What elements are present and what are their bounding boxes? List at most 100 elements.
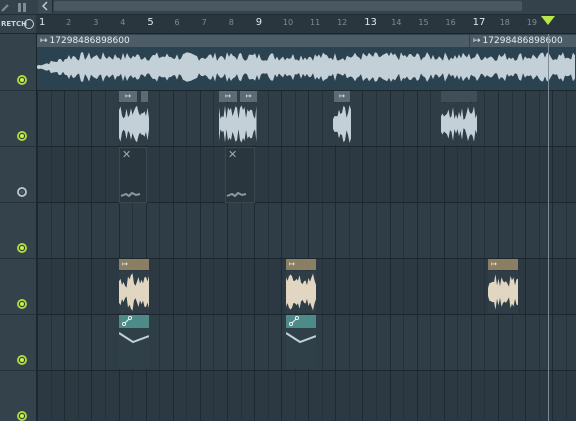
sample-clip[interactable] (441, 103, 477, 145)
sample-clip-tab[interactable] (141, 91, 148, 102)
track-divider (0, 370, 36, 371)
track-mute-led[interactable] (17, 355, 27, 365)
stretch-label: RETCH (1, 20, 27, 28)
pattern-clip-tab[interactable]: ↦ (286, 259, 316, 270)
bar-number: 11 (310, 18, 321, 27)
beat-line (403, 90, 404, 421)
waveform-shape (488, 274, 518, 310)
row-divider (37, 146, 576, 147)
track-mute-led[interactable] (17, 243, 27, 253)
waveform-shape (286, 273, 316, 311)
bar-number: 10 (282, 18, 294, 27)
sample-clip-tab[interactable] (441, 91, 477, 102)
sample-clip[interactable] (219, 103, 257, 145)
pattern-clip-tab[interactable]: ↦ (488, 259, 518, 270)
beat-line (281, 90, 282, 421)
pattern-clip-tab[interactable]: ↦ (119, 259, 149, 270)
playlist-window: RETCH 1 2 3 4 5 6 7 8 9 10 11 12 13 14 15 16 17 18 19 (0, 0, 576, 421)
sample-clip[interactable] (333, 103, 352, 145)
bar-number: 8 (228, 18, 234, 27)
bar-number: 3 (93, 18, 99, 27)
bar-number: 18 (499, 18, 510, 27)
bar-number: 15 (418, 18, 429, 27)
sample-clip-tab[interactable]: ↦ (219, 91, 237, 102)
pattern-clip[interactable] (286, 271, 316, 313)
beat-line (552, 90, 553, 421)
scroll-left-button[interactable] (38, 0, 53, 13)
muted-clip[interactable]: ✕ (119, 147, 147, 203)
beat-line (497, 90, 499, 421)
track-mute-led[interactable] (17, 75, 27, 85)
sample-clip-tab[interactable]: ↦ (334, 91, 350, 102)
automation-clip-tab[interactable] (119, 315, 149, 328)
bar-number: 12 (337, 18, 348, 27)
beat-line (308, 90, 309, 421)
waveform-graphic (333, 105, 351, 143)
audio-clip-waveform[interactable] (37, 47, 576, 90)
track-divider (0, 146, 36, 147)
bar-number: 19 (526, 18, 537, 27)
beat-line (525, 90, 526, 421)
automation-clip[interactable] (286, 328, 316, 369)
row-divider (37, 90, 576, 91)
beat-line (37, 90, 38, 421)
bar-number: 14 (391, 18, 402, 27)
track-mute-led[interactable] (17, 411, 27, 421)
muted-clip[interactable]: ✕ (225, 147, 255, 203)
beat-line (389, 90, 391, 421)
playlist-grid[interactable]: ↦ 17298486898600 ↦ 17298486898600 ↦ ↦ ↦ ↦ … (37, 34, 576, 421)
beat-line (565, 90, 567, 421)
beat-line (186, 90, 187, 421)
automation-curve (286, 332, 316, 344)
beat-line (172, 90, 174, 421)
track-mute-led[interactable] (17, 187, 27, 197)
track-divider (0, 258, 36, 259)
beat-line (159, 90, 160, 421)
stretch-toggle[interactable]: RETCH (0, 15, 36, 33)
pattern-clip[interactable] (119, 271, 149, 313)
sample-clip-tab[interactable]: ↦ (119, 91, 137, 102)
beat-line (199, 90, 201, 421)
horizontal-scrollbar[interactable] (54, 1, 522, 11)
playhead-marker[interactable] (541, 16, 555, 25)
track-mute-led[interactable] (17, 131, 27, 141)
audio-clip-label: 17298486898600 (49, 36, 130, 46)
track-divider (0, 314, 36, 315)
beat-line (50, 90, 52, 421)
waveform-graphic (119, 273, 149, 311)
row-divider (37, 370, 576, 371)
waveform-shape (333, 105, 351, 143)
beat-line (91, 90, 92, 421)
automation-curve (119, 332, 149, 344)
automation-graphic (226, 191, 247, 198)
automation-clip-tab[interactable] (286, 315, 316, 328)
playhead-line (548, 34, 549, 421)
audio-clip-header[interactable]: ↦ 17298486898600 (37, 35, 469, 47)
waveform-graphic (37, 52, 575, 82)
clip-menu-icon: ↦ (40, 36, 48, 46)
beat-line (430, 90, 431, 421)
waveform-shape (219, 105, 257, 143)
waveform-graphic (441, 106, 477, 142)
automation-clip[interactable] (119, 328, 149, 369)
clip-menu-icon: ↦ (473, 36, 481, 46)
beat-line (267, 90, 269, 421)
audio-clip-header[interactable]: ↦ 17298486898600 (470, 35, 576, 47)
beat-line (538, 90, 540, 421)
bar-number: 9 (255, 17, 263, 28)
sample-clip[interactable] (119, 103, 149, 145)
beat-line (294, 90, 296, 421)
track-headers (0, 34, 37, 421)
pattern-clip[interactable] (488, 271, 518, 313)
sample-clip-tab[interactable]: ↦ (240, 91, 257, 102)
bar-number: 13 (364, 17, 377, 28)
bar-number: 2 (66, 18, 72, 27)
waveform-shape (119, 273, 149, 311)
beat-line (64, 90, 65, 421)
beat-line (416, 90, 418, 421)
tool-icons (1, 3, 26, 12)
time-ruler[interactable]: RETCH 1 2 3 4 5 6 7 8 9 10 11 12 13 14 15 16 17 18 19 (0, 15, 576, 34)
corner-tools (0, 0, 36, 14)
beat-line (362, 90, 363, 421)
track-mute-led[interactable] (17, 299, 27, 309)
